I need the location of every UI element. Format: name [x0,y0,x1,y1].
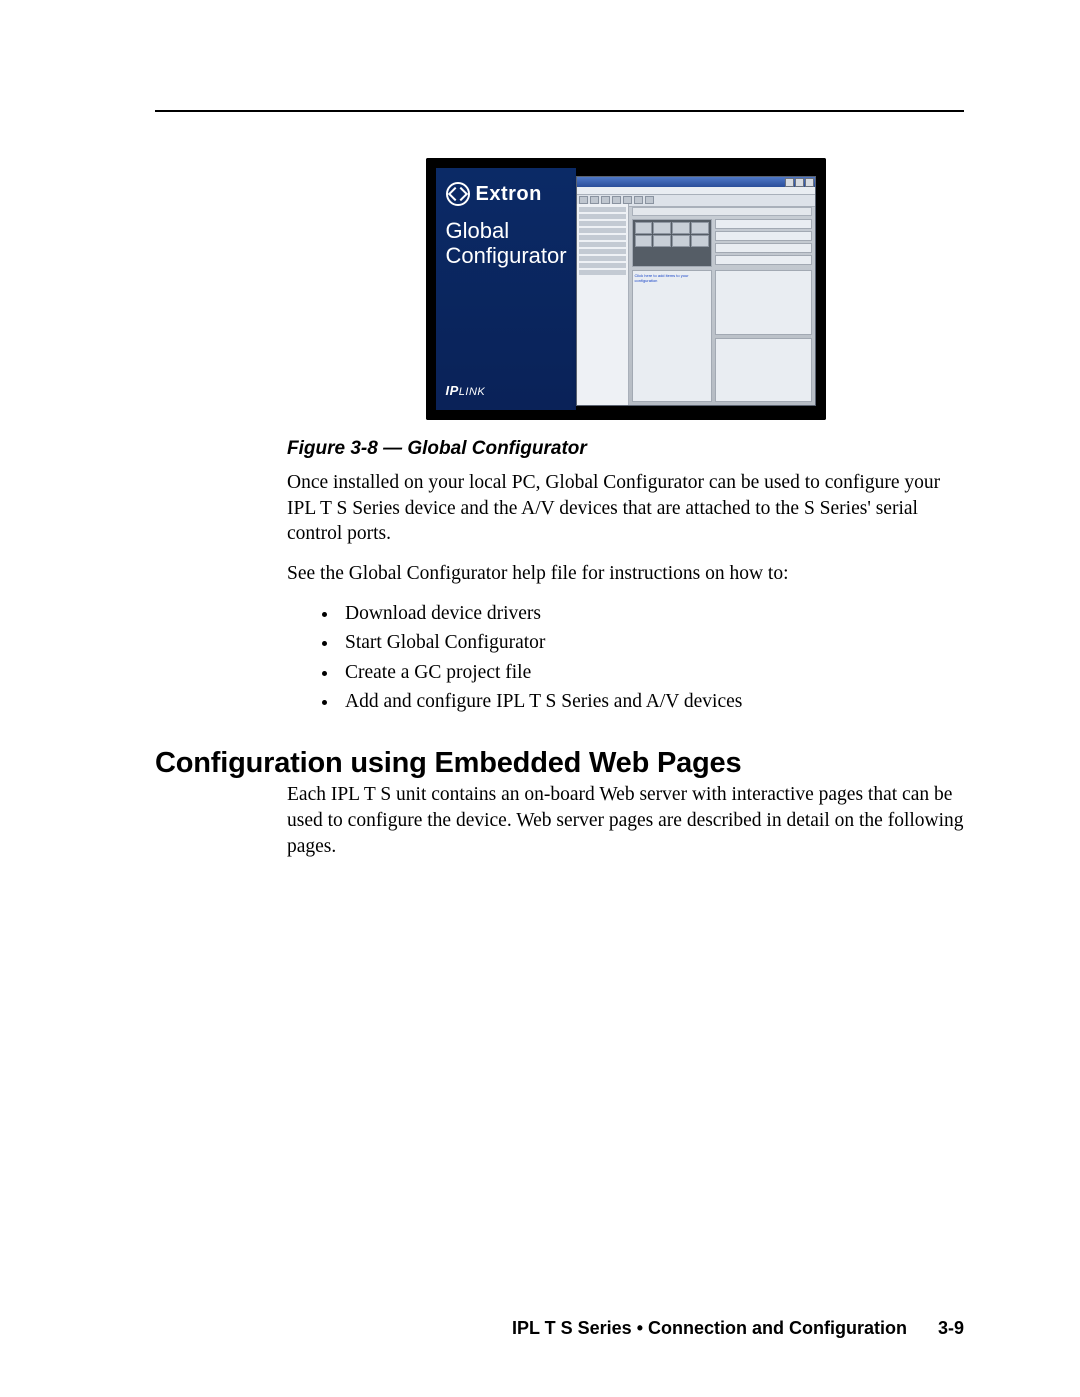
splash-title: Global Configurator [446,218,566,269]
top-rule [155,110,964,112]
window-titlebar [577,177,815,187]
list-item: Create a GC project file [339,660,964,686]
iplink-link: LINK [459,386,485,398]
panel-area [715,338,812,403]
splash-left-panel: Extron Global Configurator IPLINK [436,168,576,410]
panel-list: Click here to add items to your configur… [632,270,712,402]
panel-field [715,231,812,241]
splash-app-window: Click here to add items to your configur… [576,176,816,406]
splash-screenshot: Extron Global Configurator IPLINK [426,158,826,420]
footer-text: IPL T S Series • Connection and Configur… [512,1318,907,1338]
paragraph-3: Each IPL T S unit contains an on-board W… [287,782,964,859]
page-footer: IPL T S Series • Connection and Configur… [0,1318,964,1339]
splash-title-l1: Global [446,218,510,243]
list-item: Start Global Configurator [339,630,964,656]
panel-field [715,255,812,265]
iplink-ip: IP [446,383,459,398]
content-column: Extron Global Configurator IPLINK [287,158,964,715]
paragraph-2: See the Global Configurator help file fo… [287,561,964,587]
extron-mark-icon [446,182,470,206]
page-number: 3-9 [938,1318,964,1338]
window-controls [785,178,814,187]
panel-area [715,270,812,335]
window-tabs [632,207,812,216]
bullet-list: Download device drivers Start Global Con… [287,601,964,715]
panel-field [715,243,812,253]
panel-layout [632,219,712,267]
section-heading: Configuration using Embedded Web Pages [155,747,964,780]
iplink-logo: IPLINK [446,383,486,398]
list-item: Download device drivers [339,601,964,627]
splash-title-l2: Configurator [446,243,567,268]
panel-hint: Click here to add items to your configur… [633,271,711,285]
document-page: Extron Global Configurator IPLINK [0,0,1080,1397]
window-main: Click here to add items to your configur… [629,204,815,405]
figure-3-8: Extron Global Configurator IPLINK [426,158,826,420]
extron-wordmark: Extron [476,183,542,206]
panel-field [715,219,812,229]
content-column-2: Each IPL T S unit contains an on-board W… [287,782,964,859]
paragraph-1: Once installed on your local PC, Global … [287,470,964,547]
list-item: Add and configure IPL T S Series and A/V… [339,689,964,715]
figure-caption: Figure 3-8 — Global Configurator [287,438,964,460]
window-menubar [577,187,815,195]
extron-logo: Extron [446,182,566,206]
window-body: Click here to add items to your configur… [577,204,815,405]
window-tree [577,204,629,405]
